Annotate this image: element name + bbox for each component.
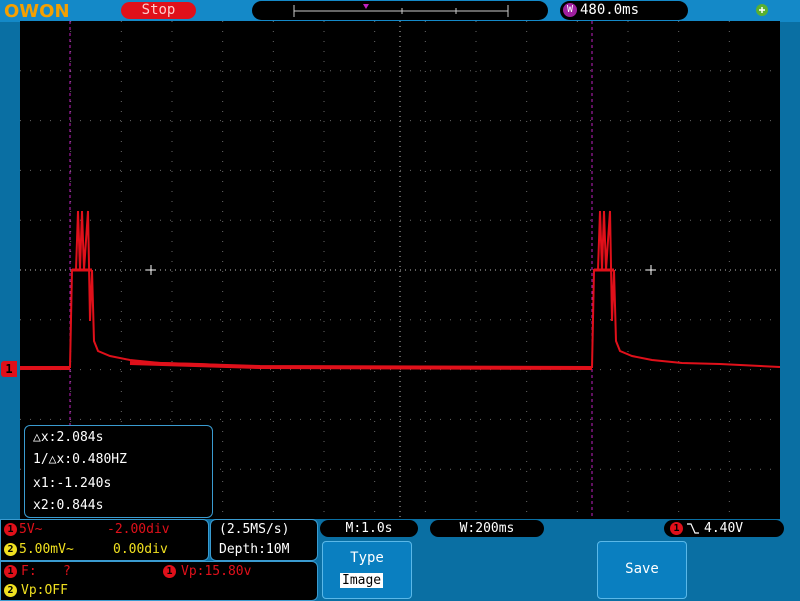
ch1-badge: 1 [4,523,17,536]
trigger-level: 4.40V [704,521,744,536]
freq-label: F: [21,564,37,579]
channel1-waveform [20,210,780,370]
ch1-scale: 5V~ [19,522,43,537]
meas-ch1-badge-2: 1 [163,565,176,578]
channel-settings-panel[interactable]: 1 5V~ -2.00div 2 5.00mV~ 0.00div [0,519,209,561]
usb-icon [756,4,768,16]
sample-rate: (2.5MS/s) [219,522,290,537]
cursor-x2: x2:0.844s [33,498,104,513]
save-softkey[interactable]: Save [597,541,687,599]
meas-ch2-badge: 2 [4,584,17,597]
top-status-bar: OWON Stop W 480.0ms [0,0,800,22]
cursor-delta-x: △x:2.084s [33,430,104,445]
ch2-scale: 5.00mV~ [19,542,74,557]
memory-bar [293,4,509,17]
memory-position-indicator[interactable] [252,1,548,20]
memory-depth: Depth:10M [219,542,290,557]
ch1-position: -2.00div [107,522,170,537]
trigger-position-icon [363,4,369,9]
ch2-badge: 2 [4,543,17,556]
cursor-measurement-panel: △x:2.084s 1/△x:0.480HZ x1:-1.240s x2:0.8… [24,425,213,518]
channel1-ground-marker[interactable]: 1 [1,361,17,377]
acquisition-panel: (2.5MS/s) Depth:10M [210,519,318,561]
trigger-delay-display[interactable]: W 480.0ms [560,1,688,20]
cursor-x1: x1:-1.240s [33,476,112,491]
ch2-position: 0.00div [113,542,168,557]
cursor-frequency: 1/△x:0.480HZ [33,452,127,467]
type-softkey[interactable]: Type Image [322,541,412,599]
trigger-delay-value: 480.0ms [580,2,640,18]
brand-logo: OWON [4,1,70,20]
trigger-source-badge: 1 [670,522,683,535]
window-timebase[interactable]: W:200ms [430,520,544,537]
vp-ch2: Vp:OFF [21,583,68,598]
falling-edge-icon [687,523,699,534]
measurement-panel: 1 F: ? 1 Vp:15.80v 2 Vp:OFF [0,561,318,601]
save-softkey-label: Save [625,561,659,577]
meas-ch1-badge: 1 [4,565,17,578]
freq-value: ? [63,564,71,579]
svg-text:OWON: OWON [4,1,70,20]
vp-ch1: Vp:15.80v [181,564,252,579]
run-stop-status[interactable]: Stop [121,2,196,19]
type-softkey-value: Image [340,573,384,588]
trigger-status[interactable]: 1 4.40V [664,520,784,537]
main-timebase[interactable]: M:1.0s [320,520,418,537]
type-softkey-label: Type [350,550,384,566]
horizontal-position-icon: W [563,3,577,17]
